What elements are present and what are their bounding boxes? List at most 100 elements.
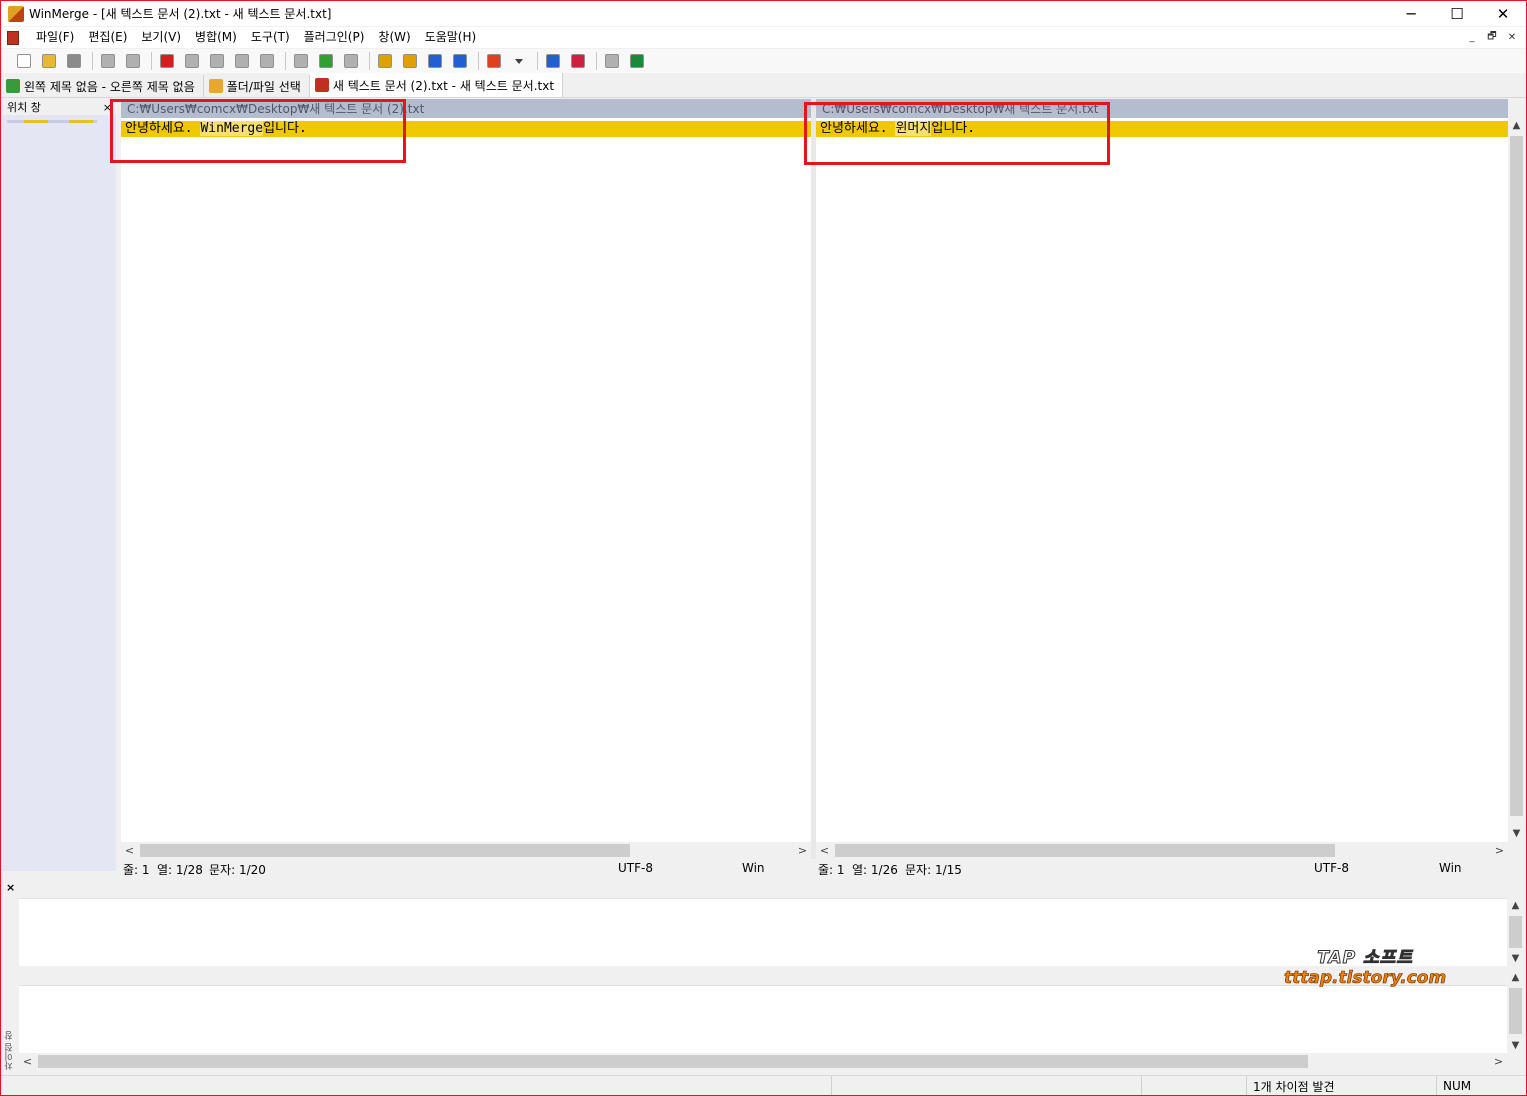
copy-right-button[interactable]	[374, 51, 396, 71]
copy-left-advance-button[interactable]	[449, 51, 471, 71]
menu-help[interactable]: 도움말(H)	[418, 27, 484, 48]
menu-file[interactable]: 파일(F)	[29, 27, 81, 48]
redo-icon	[126, 54, 140, 68]
scroll-down-arrow-icon[interactable]: ▼	[1507, 953, 1524, 964]
redo-button[interactable]	[122, 51, 144, 71]
prev-diff-button[interactable]	[206, 51, 228, 71]
next-conflict-icon	[344, 54, 358, 68]
dropdown-button[interactable]	[508, 51, 530, 71]
undo-icon	[101, 54, 115, 68]
right-horizontal-scrollbar[interactable]: < >	[816, 842, 1508, 859]
all-diffs-button[interactable]	[315, 51, 337, 71]
scroll-down-arrow-icon[interactable]: ▼	[1507, 1040, 1524, 1051]
status-cell-empty-2	[1141, 1076, 1246, 1095]
scroll-thumb[interactable]	[1509, 916, 1522, 948]
right-status-eol: Win	[1439, 861, 1462, 875]
current-diff-button[interactable]	[156, 51, 178, 71]
right-status-col: 열: 1/26	[852, 863, 898, 877]
annotation-box-left	[110, 99, 406, 163]
scroll-up-arrow-icon[interactable]: ▲	[1507, 900, 1524, 911]
toolbar-separator	[596, 52, 597, 70]
first-diff-icon	[235, 54, 249, 68]
scroll-up-arrow-icon[interactable]: ▲	[1507, 972, 1524, 983]
diff-pane-horizontal-scrollbar[interactable]: < >	[19, 1053, 1507, 1070]
toolbar-separator	[285, 52, 286, 70]
menu-edit[interactable]: 편집(E)	[81, 27, 134, 48]
last-diff-button[interactable]	[256, 51, 278, 71]
scroll-thumb[interactable]	[1509, 988, 1522, 1034]
folder-icon	[208, 79, 223, 93]
diff-pane-top-scrollbar[interactable]: ▲ ▼	[1507, 898, 1524, 966]
vertical-scrollbar[interactable]: ▲ ▼	[1508, 118, 1525, 841]
right-status-line: 줄: 1	[818, 863, 845, 877]
location-diff-right[interactable]	[69, 120, 93, 123]
refresh-button[interactable]	[626, 51, 648, 71]
document-icon[interactable]	[7, 30, 19, 45]
scroll-right-arrow-icon[interactable]: >	[1490, 1055, 1507, 1068]
maximize-button[interactable]: ☐	[1434, 1, 1480, 26]
menu-tools[interactable]: 도구(T)	[244, 27, 297, 48]
toolbar-separator	[151, 52, 152, 70]
merge-button[interactable]	[601, 51, 623, 71]
tab-file-compare[interactable]: 새 텍스트 문서 (2).txt - 새 텍스트 문서.txt	[309, 73, 564, 97]
scroll-left-arrow-icon[interactable]: <	[816, 844, 833, 857]
right-status-encoding: UTF-8	[1314, 861, 1349, 875]
next-conflict-button[interactable]	[340, 51, 362, 71]
open-right-button[interactable]	[567, 51, 589, 71]
toolbar-separator	[369, 52, 370, 70]
prev-conflict-icon	[294, 54, 308, 68]
watermark: TAP 소프트 tttap.tistory.com	[1284, 943, 1447, 989]
copy-right-advance-button[interactable]	[424, 51, 446, 71]
scroll-left-arrow-icon[interactable]: <	[121, 844, 138, 857]
scroll-up-arrow-icon[interactable]: ▲	[1508, 120, 1525, 131]
menu-plugins[interactable]: 플러그인(P)	[297, 27, 372, 48]
merge-icon	[605, 54, 619, 68]
tab-untitled[interactable]: 왼쪽 제목 없음 - 오른쪽 제목 없음	[1, 75, 204, 97]
status-diff-count: 1개 차이점 발견	[1246, 1076, 1406, 1095]
save-button[interactable]	[63, 51, 85, 71]
tab-select-files[interactable]: 폴더/파일 선택	[204, 75, 310, 97]
scroll-right-arrow-icon[interactable]: >	[794, 844, 811, 857]
scroll-thumb[interactable]	[1510, 136, 1523, 816]
diff-pane-right-box[interactable]	[19, 985, 1507, 1053]
prev-conflict-button[interactable]	[290, 51, 312, 71]
diff-pane-close-button[interactable]: ×	[6, 881, 15, 894]
menu-merge[interactable]: 병합(M)	[188, 27, 244, 48]
left-horizontal-scrollbar[interactable]: < >	[121, 842, 811, 859]
save-icon	[67, 54, 81, 68]
diff-pane-bottom-scrollbar[interactable]: ▲ ▼	[1507, 970, 1524, 1053]
scroll-thumb[interactable]	[140, 844, 630, 857]
options-button[interactable]	[483, 51, 505, 71]
status-num-lock: NUM	[1436, 1076, 1504, 1095]
toolbar-separator	[537, 52, 538, 70]
first-diff-button[interactable]	[231, 51, 253, 71]
open-left-button[interactable]	[542, 51, 564, 71]
menu-window[interactable]: 창(W)	[371, 27, 417, 48]
open-button[interactable]	[38, 51, 60, 71]
scroll-right-arrow-icon[interactable]: >	[1491, 844, 1508, 857]
mdi-restore-button[interactable]: 🗗	[1484, 30, 1500, 45]
winmerge-app-icon	[8, 5, 24, 22]
file-compare-icon	[314, 78, 329, 92]
current-diff-icon	[160, 54, 174, 68]
title-bar: WinMerge - [새 텍스트 문서 (2).txt - 새 텍스트 문서.…	[1, 1, 1526, 26]
menu-view[interactable]: 보기(V)	[134, 27, 188, 48]
right-status-char: 문자: 1/15	[905, 863, 962, 877]
left-file-pane[interactable]: C:₩Users₩comcx₩Desktop₩새 텍스트 문서 (2).txt …	[121, 99, 811, 859]
new-button[interactable]	[13, 51, 35, 71]
next-diff-button[interactable]	[181, 51, 203, 71]
left-status-eol: Win	[742, 861, 765, 875]
scroll-down-arrow-icon[interactable]: ▼	[1508, 828, 1525, 839]
scroll-left-arrow-icon[interactable]: <	[19, 1055, 36, 1068]
close-button[interactable]: ✕	[1480, 1, 1526, 26]
mdi-minimize-button[interactable]: _	[1464, 30, 1480, 45]
mdi-close-button[interactable]: ✕	[1504, 30, 1520, 45]
scroll-thumb[interactable]	[38, 1055, 1308, 1068]
copy-left-advance-icon	[453, 54, 467, 68]
undo-button[interactable]	[97, 51, 119, 71]
copy-left-button[interactable]	[399, 51, 421, 71]
location-diff-left[interactable]	[24, 120, 48, 123]
minimize-button[interactable]: ─	[1388, 1, 1434, 26]
scroll-thumb[interactable]	[835, 844, 1335, 857]
right-file-pane[interactable]: C:₩Users₩comcx₩Desktop₩새 텍스트 문서.txt 안녕하세…	[816, 99, 1508, 859]
